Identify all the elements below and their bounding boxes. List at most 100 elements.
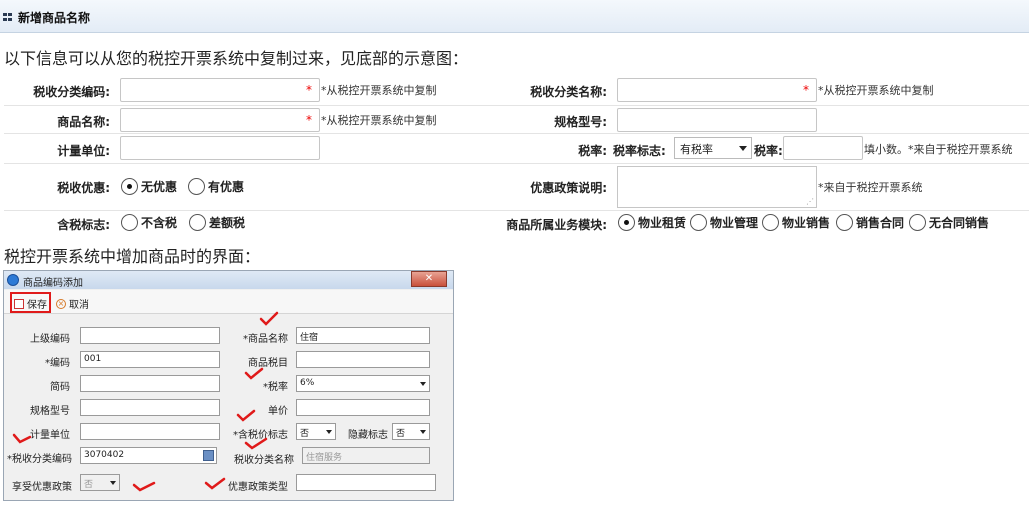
example-toolbar: 保存 × 取消 bbox=[4, 290, 453, 314]
chevron-down-icon bbox=[739, 146, 747, 151]
required-mark: * bbox=[306, 83, 312, 97]
ex-label: 享受优惠政策 bbox=[12, 482, 72, 493]
check-mark-icon bbox=[236, 409, 256, 422]
example-screenshot: 商品编码添加 ✕ 保存 × 取消 上级编码 *编码 001 简码 规格型号 计量… bbox=[3, 270, 454, 501]
radio-label: 无优惠 bbox=[141, 180, 178, 194]
rate-flag-label: 税率标志: bbox=[613, 144, 666, 158]
radio-module-sales[interactable]: 物业销售 bbox=[762, 214, 830, 231]
ex-value: 6% bbox=[300, 378, 315, 388]
chevron-down-icon bbox=[326, 430, 332, 434]
required-mark: * bbox=[803, 83, 809, 97]
check-mark-icon bbox=[259, 311, 279, 326]
ex-input bbox=[80, 327, 220, 344]
ex-input bbox=[80, 375, 220, 392]
radio-dot[interactable] bbox=[189, 214, 206, 231]
radio-label: 物业管理 bbox=[710, 216, 759, 230]
required-mark: * bbox=[306, 113, 312, 127]
ex-input bbox=[296, 351, 430, 368]
example-window-titlebar: 商品编码添加 bbox=[4, 271, 453, 289]
policy-label: 优惠政策说明: bbox=[530, 181, 607, 195]
save-icon bbox=[14, 298, 24, 309]
ex-label: 税收分类名称 bbox=[234, 455, 294, 466]
ex-input bbox=[296, 474, 436, 491]
radio-dot[interactable] bbox=[121, 214, 138, 231]
rate-label: 税率: bbox=[578, 144, 607, 158]
ex-label: *税收分类编码 bbox=[7, 454, 72, 465]
tax-incl-label: 含税标志: bbox=[57, 218, 110, 232]
grid-icon bbox=[3, 13, 13, 21]
ex-select: 否 bbox=[296, 423, 336, 440]
ex-select: 6% bbox=[296, 375, 430, 392]
radio-label: 不含税 bbox=[141, 216, 178, 230]
rate-flag-value: 有税率 bbox=[680, 143, 713, 156]
unit-input[interactable] bbox=[120, 136, 320, 160]
product-name-hint: *从税控开票系统中复制 bbox=[321, 114, 437, 127]
radio-label: 有优惠 bbox=[208, 180, 245, 194]
check-mark-icon bbox=[244, 367, 264, 380]
ex-input: 001 bbox=[80, 351, 220, 368]
module-label: 商品所属业务模块: bbox=[506, 218, 607, 232]
radio-module-management[interactable]: 物业管理 bbox=[690, 214, 758, 231]
check-mark-icon bbox=[204, 477, 226, 490]
ex-input: 住宿服务 bbox=[302, 447, 430, 464]
close-icon: ✕ bbox=[411, 271, 447, 287]
ex-input: 3070402 bbox=[80, 447, 217, 464]
tax-name-label: 税收分类名称: bbox=[530, 85, 607, 99]
product-name-label: 商品名称: bbox=[57, 115, 110, 129]
radio-tax-excl[interactable]: 不含税 bbox=[121, 214, 177, 231]
radio-dot[interactable] bbox=[690, 214, 707, 231]
ex-value: 3070402 bbox=[84, 450, 125, 460]
ex-label: 上级编码 bbox=[30, 334, 70, 345]
example-window-title: 商品编码添加 bbox=[23, 278, 83, 289]
radio-diff-tax[interactable]: 差额税 bbox=[189, 214, 245, 231]
form-row-tax-incl: 含税标志: 不含税 差额税 商品所属业务模块: 物业租赁 物业管理 物业销售 销… bbox=[4, 211, 1029, 237]
chevron-down-icon bbox=[420, 430, 426, 434]
ex-label: 优惠政策类型 bbox=[228, 482, 288, 493]
rate-flag-select[interactable]: 有税率 bbox=[674, 137, 752, 159]
radio-has-preferential[interactable]: 有优惠 bbox=[188, 178, 244, 195]
tax-code-label: 税收分类编码: bbox=[33, 85, 110, 99]
spec-label: 规格型号: bbox=[554, 115, 607, 129]
ex-value: 否 bbox=[300, 429, 310, 439]
spec-input[interactable] bbox=[617, 108, 817, 132]
ex-select: 否 bbox=[392, 423, 430, 440]
tax-name-hint: *从税控开票系统中复制 bbox=[818, 84, 934, 97]
resize-grip-icon[interactable]: ⋰ bbox=[806, 197, 814, 206]
ex-label: *编码 bbox=[45, 358, 70, 369]
check-mark-icon bbox=[244, 437, 268, 450]
radio-dot[interactable] bbox=[762, 214, 779, 231]
ex-label: 规格型号 bbox=[30, 406, 70, 417]
tax-code-input[interactable] bbox=[120, 78, 320, 102]
ex-input bbox=[296, 399, 430, 416]
radio-label: 销售合同 bbox=[856, 216, 905, 230]
radio-label: 物业销售 bbox=[782, 216, 831, 230]
ex-input bbox=[80, 399, 220, 416]
ex-label: 隐藏标志 bbox=[348, 430, 388, 441]
radio-no-preferential[interactable]: 无优惠 bbox=[121, 178, 177, 195]
ex-value: 否 bbox=[84, 480, 94, 490]
form-row-tax-code: 税收分类编码: * *从税控开票系统中复制 税收分类名称: * *从税控开票系统… bbox=[4, 74, 1029, 106]
radio-module-rental[interactable]: 物业租赁 bbox=[618, 214, 686, 231]
product-name-input[interactable] bbox=[120, 108, 320, 132]
lookup-icon bbox=[203, 450, 214, 461]
rate-value-input[interactable] bbox=[783, 136, 863, 160]
radio-module-contract[interactable]: 销售合同 bbox=[836, 214, 904, 231]
cancel-icon: × bbox=[56, 298, 66, 309]
rate-hint: 填小数。*来自于税控开票系统 bbox=[864, 143, 1013, 156]
panel-header: 新增商品名称 bbox=[0, 0, 1029, 33]
radio-module-no-contract[interactable]: 无合同销售 bbox=[909, 214, 989, 231]
chevron-down-icon bbox=[110, 481, 116, 485]
form-row-unit: 计量单位: 税率: 税率标志: 有税率 税率: 填小数。*来自于税控开票系统 bbox=[4, 134, 1029, 164]
policy-textarea[interactable]: ⋰ bbox=[617, 166, 817, 208]
panel-title: 新增商品名称 bbox=[18, 11, 91, 25]
example-cancel: × 取消 bbox=[56, 296, 89, 311]
radio-dot[interactable] bbox=[836, 214, 853, 231]
radio-dot-selected[interactable] bbox=[121, 178, 138, 195]
tax-name-input[interactable] bbox=[617, 78, 817, 102]
radio-dot[interactable] bbox=[188, 178, 205, 195]
radio-dot[interactable] bbox=[909, 214, 926, 231]
check-mark-icon bbox=[12, 433, 32, 444]
preferential-label: 税收优惠: bbox=[57, 181, 110, 195]
radio-dot-selected[interactable] bbox=[618, 214, 635, 231]
example-save: 保存 bbox=[14, 296, 47, 311]
